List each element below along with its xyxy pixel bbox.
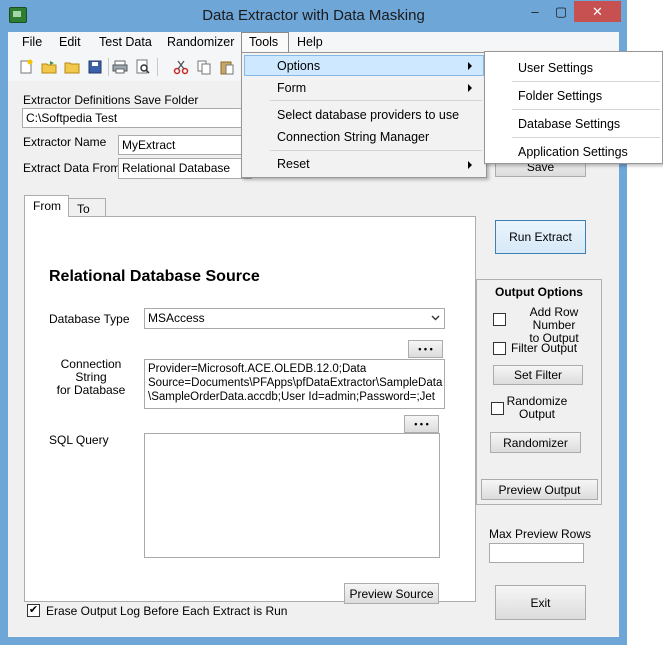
menu-separator [512,137,660,138]
menu-item-form[interactable]: Form [277,81,306,95]
add-row-number-label-line: Add Row Number [529,305,579,332]
submenu-arrow-icon [468,62,472,70]
database-type-label: Database Type [49,312,130,326]
menu-item-application-settings[interactable]: Application Settings [518,145,628,159]
close-button[interactable]: ✕ [574,1,621,22]
connection-string-input[interactable]: Provider=Microsoft.ACE.OLEDB.12.0;Data S… [144,359,445,409]
print-icon[interactable] [112,59,128,75]
run-extract-button[interactable]: Run Extract [495,220,586,254]
output-options-title: Output Options [495,285,583,299]
chevron-down-icon [431,315,440,321]
erase-log-label: Erase Output Log Before Each Extract is … [46,604,288,618]
extractor-name-input[interactable]: MyExtract [118,135,252,155]
database-type-value: MSAccess [148,311,205,325]
preview-output-button[interactable]: Preview Output [481,479,598,500]
menu-separator [512,109,660,110]
menu-item-database-settings[interactable]: Database Settings [518,117,620,131]
sql-query-input[interactable] [144,433,440,558]
output-options-group: Output Options Add Row Number to Output … [476,279,602,505]
connection-string-builder-button[interactable]: • • • [408,340,443,358]
extractor-name-label: Extractor Name [23,135,107,149]
cut-icon[interactable] [173,59,189,75]
submenu-arrow-icon [468,84,472,92]
save-folder-input[interactable]: C:\Softpedia Test [22,108,252,128]
sql-query-builder-button[interactable]: • • • [404,415,439,433]
menu-help[interactable]: Help [297,35,323,49]
tab-from[interactable]: From [24,195,69,217]
connection-string-line: \SampleOrderData.accdb;User Id=admin;Pas… [148,391,435,403]
randomize-output-label-line: Output [518,407,556,421]
filter-output-checkbox[interactable] [493,342,506,355]
toolbar-separator [157,58,158,76]
menu-separator [270,100,482,101]
max-preview-rows-input[interactable] [489,543,584,563]
menu-item-folder-settings[interactable]: Folder Settings [518,89,602,103]
menu-randomizer[interactable]: Randomizer [167,35,234,49]
tools-menu: Options Form Select database providers t… [241,52,487,178]
menu-tools[interactable]: Tools [249,35,278,49]
menu-separator [512,81,660,82]
save-icon[interactable] [87,59,103,75]
print-preview-icon[interactable] [135,59,151,75]
add-row-number-checkbox[interactable] [493,313,506,326]
set-filter-button[interactable]: Set Filter [493,365,583,385]
open-icon[interactable] [41,59,57,75]
toolbar-separator [108,58,109,76]
from-tab-panel: Relational Database Source Database Type… [24,216,476,604]
randomize-output-checkbox[interactable] [491,402,504,415]
menu-item-options[interactable]: Options [277,59,320,73]
save-folder-label: Extractor Definitions Save Folder [23,93,199,107]
menu-bar: File Edit Test Data Randomizer Tools Hel… [8,32,619,53]
sql-query-label: SQL Query [49,433,109,447]
paste-icon[interactable] [219,59,235,75]
randomizer-button[interactable]: Randomizer [490,432,581,453]
connection-string-line: Provider=Microsoft.ACE.OLEDB.12.0;Data [148,363,367,375]
menu-item-user-settings[interactable]: User Settings [518,61,593,75]
max-preview-rows-label: Max Preview Rows [489,527,592,541]
submenu-arrow-icon [468,161,472,169]
connection-string-label-line: Connection String [60,357,122,384]
menu-file[interactable]: File [22,35,42,49]
exit-button[interactable]: Exit [495,585,586,620]
maximize-button[interactable]: ▢ [548,1,574,22]
connection-string-label: Connection String for Database [48,358,134,397]
connection-string-label-line: for Database [56,383,126,397]
new-icon[interactable] [18,59,34,75]
database-type-select[interactable]: MSAccess [144,308,445,329]
extract-from-label: Extract Data From [23,161,121,175]
menu-separator [270,150,482,151]
minimize-button[interactable]: – [522,1,548,22]
preview-source-button[interactable]: Preview Source [344,583,439,604]
add-row-number-label: Add Row Number to Output [511,306,597,345]
filter-output-label: Filter Output [511,341,578,355]
title-bar[interactable]: Data Extractor with Data Masking – ▢ ✕ [0,0,627,32]
erase-log-checkbox[interactable]: ✔ [27,604,40,617]
menu-edit[interactable]: Edit [59,35,81,49]
folder-icon[interactable] [64,59,80,75]
menu-item-connection-manager[interactable]: Connection String Manager [277,130,429,144]
menu-item-select-providers[interactable]: Select database providers to use [277,108,459,122]
connection-string-line: Source=Documents\PFApps\pfDataExtractor\… [148,377,443,389]
extract-from-select[interactable]: Relational Database [118,158,252,179]
source-heading: Relational Database Source [49,268,260,285]
randomize-output-label: Randomize Output [505,395,569,421]
tab-to[interactable]: To [68,198,106,216]
menu-item-reset[interactable]: Reset [277,157,310,171]
options-submenu: User Settings Folder Settings Database S… [484,51,663,164]
copy-icon[interactable] [196,59,212,75]
menu-test-data[interactable]: Test Data [99,35,152,49]
